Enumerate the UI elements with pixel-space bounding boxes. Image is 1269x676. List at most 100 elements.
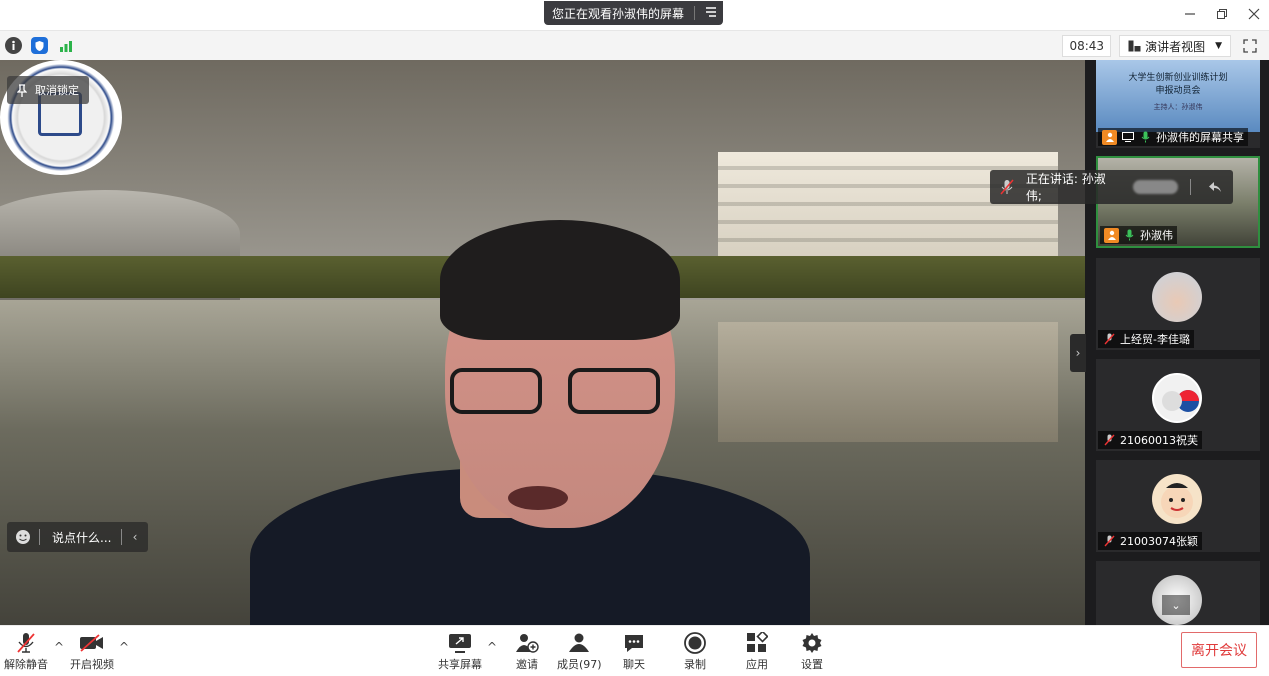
signal-icon[interactable] <box>57 37 74 54</box>
chat-button[interactable]: 聊天 <box>620 630 648 672</box>
view-mode-button[interactable]: 演讲者视图 ▼ <box>1119 35 1231 57</box>
leave-meeting-button[interactable]: 离开会议 <box>1181 632 1257 668</box>
apps-icon <box>743 630 771 656</box>
unmute-button[interactable]: 解除静音 <box>4 630 48 672</box>
fullscreen-icon[interactable] <box>1239 35 1261 57</box>
screen-share-banner[interactable]: 您正在观看孙淑伟的屏幕 <box>544 1 724 25</box>
participant-name: 上经贸-李佳璐 <box>1120 333 1190 346</box>
chevron-up-icon[interactable]: ^ <box>119 640 129 654</box>
restore-icon[interactable] <box>1213 5 1231 23</box>
tile-label: 上经贸-李佳璐 <box>1098 330 1194 348</box>
speaker-hair <box>440 220 680 340</box>
screen-share-icon <box>1120 130 1135 145</box>
participant-tile[interactable]: 大学生创新创业训练计划 申报动员会 主持人：孙淑伟 孙淑伟的屏幕共享 <box>1096 60 1260 148</box>
speaking-divider <box>1190 179 1192 195</box>
host-icon <box>1102 129 1117 145</box>
tile-label: 孙淑伟 <box>1100 226 1177 244</box>
avatar <box>1152 272 1202 322</box>
settings-button[interactable]: 设置 <box>798 630 826 672</box>
tile-label: 21060013祝芙 <box>1098 431 1202 449</box>
meeting-controls: 解除静音 ^ 开启视频 ^ 共享屏幕 ^ 邀请 成员(97) 聊天 录制 应用 … <box>0 625 1269 676</box>
unmute-label: 解除静音 <box>4 658 48 671</box>
record-button[interactable]: 录制 <box>681 630 709 672</box>
slide-host: 主持人：孙淑伟 <box>1153 103 1203 111</box>
chat-icon <box>620 630 648 656</box>
reply-icon[interactable] <box>1203 181 1227 193</box>
record-label: 录制 <box>684 658 706 671</box>
participant-name: 孙淑伟的屏幕共享 <box>1156 131 1244 144</box>
unpin-button[interactable]: 取消锁定 <box>7 76 89 104</box>
mic-icon <box>1138 130 1153 145</box>
mic-muted-icon <box>1000 179 1014 195</box>
emoji-icon[interactable] <box>7 529 39 545</box>
shared-slide-preview: 大学生创新创业训练计划 申报动员会 主持人：孙淑伟 <box>1096 60 1260 132</box>
chevron-down-icon: ▼ <box>1215 41 1222 51</box>
participant-name: 21003074张颖 <box>1120 535 1198 548</box>
chevron-left-icon[interactable]: ‹ <box>122 530 148 544</box>
slide-title: 大学生创新创业训练计划 <box>1128 73 1228 83</box>
share-screen-label: 共享屏幕 <box>438 658 482 671</box>
participant-name: 孙淑伟 <box>1140 229 1173 242</box>
invite-icon <box>513 630 541 656</box>
speaker-view-icon <box>1128 40 1141 52</box>
title-bar: 您正在观看孙淑伟的屏幕 <box>0 0 1269 30</box>
speaker-video <box>250 220 810 625</box>
quick-chat-input[interactable]: 说点什么... ‹ <box>7 522 148 552</box>
settings-label: 设置 <box>801 658 823 671</box>
participant-name: 21060013祝芙 <box>1120 434 1198 447</box>
banner-text: 您正在观看孙淑伟的屏幕 <box>552 6 685 21</box>
video-off-icon <box>78 630 106 656</box>
chat-placeholder: 说点什么... <box>52 530 112 545</box>
mic-icon <box>1122 228 1137 243</box>
speaking-text: 正在讲话: 孙淑伟; <box>1025 172 1106 203</box>
gear-icon <box>798 630 826 656</box>
mic-muted-icon <box>1102 534 1117 549</box>
chevron-down-icon[interactable]: ⌄ <box>1162 595 1190 615</box>
apps-button[interactable]: 应用 <box>743 630 771 672</box>
participant-tile[interactable]: 21060013祝芙 <box>1096 359 1260 451</box>
chevron-up-icon[interactable]: ^ <box>54 640 64 654</box>
avatar <box>1152 474 1202 524</box>
share-screen-icon <box>446 630 474 656</box>
banner-divider <box>694 6 696 20</box>
info-icon[interactable] <box>5 37 22 54</box>
participant-tile[interactable]: 上经贸-李佳璐 <box>1096 258 1260 350</box>
members-label: 成员(97) <box>557 658 602 671</box>
avatar <box>1152 373 1202 423</box>
shield-icon[interactable] <box>31 37 48 54</box>
invite-button[interactable]: 邀请 <box>513 630 541 672</box>
speaking-indicator: 正在讲话: 孙淑伟; <box>990 170 1233 204</box>
window-controls <box>1181 5 1263 23</box>
apps-label: 应用 <box>746 658 768 671</box>
chat-label: 聊天 <box>623 658 645 671</box>
main-video-area[interactable]: 取消锁定 说点什么... ‹ <box>0 60 1085 625</box>
host-icon <box>1104 227 1119 243</box>
record-icon <box>681 630 709 656</box>
members-icon <box>565 630 593 656</box>
participant-sidebar[interactable]: 大学生创新创业训练计划 申报动员会 主持人：孙淑伟 孙淑伟的屏幕共享 孙淑伟 上… <box>1085 60 1269 625</box>
speaker-glasses <box>450 368 670 416</box>
members-button[interactable]: 成员(97) <box>557 630 602 672</box>
slide-subtitle: 申报动员会 <box>1155 86 1201 96</box>
chevron-up-icon[interactable]: ^ <box>487 640 497 654</box>
meeting-toolbar: 08:43 演讲者视图 ▼ <box>0 30 1269 60</box>
unpin-label: 取消锁定 <box>35 84 79 97</box>
minimize-icon[interactable] <box>1181 5 1199 23</box>
participant-tile[interactable]: ⌄ <box>1096 561 1260 625</box>
mic-muted-icon <box>12 630 40 656</box>
speaker-mouth <box>508 486 568 510</box>
invite-label: 邀请 <box>516 658 538 671</box>
meeting-window: 您正在观看孙淑伟的屏幕 08:43 演讲者视图 ▼ 取消锁定 说点什么... ‹… <box>0 0 1269 676</box>
participant-tile[interactable]: 21003074张颖 <box>1096 460 1260 552</box>
tile-label: 21003074张颖 <box>1098 532 1202 550</box>
meeting-timer: 08:43 <box>1062 35 1112 57</box>
pin-icon <box>17 83 27 97</box>
view-mode-label: 演讲者视图 <box>1145 39 1206 54</box>
start-video-button[interactable]: 开启视频 <box>70 630 114 672</box>
close-icon[interactable] <box>1245 5 1263 23</box>
mic-muted-icon <box>1102 332 1117 347</box>
collapse-sidebar-button[interactable]: › <box>1070 334 1086 372</box>
list-icon[interactable] <box>705 6 717 21</box>
share-screen-button[interactable]: 共享屏幕 <box>438 630 482 672</box>
tile-label: 孙淑伟的屏幕共享 <box>1098 128 1248 146</box>
